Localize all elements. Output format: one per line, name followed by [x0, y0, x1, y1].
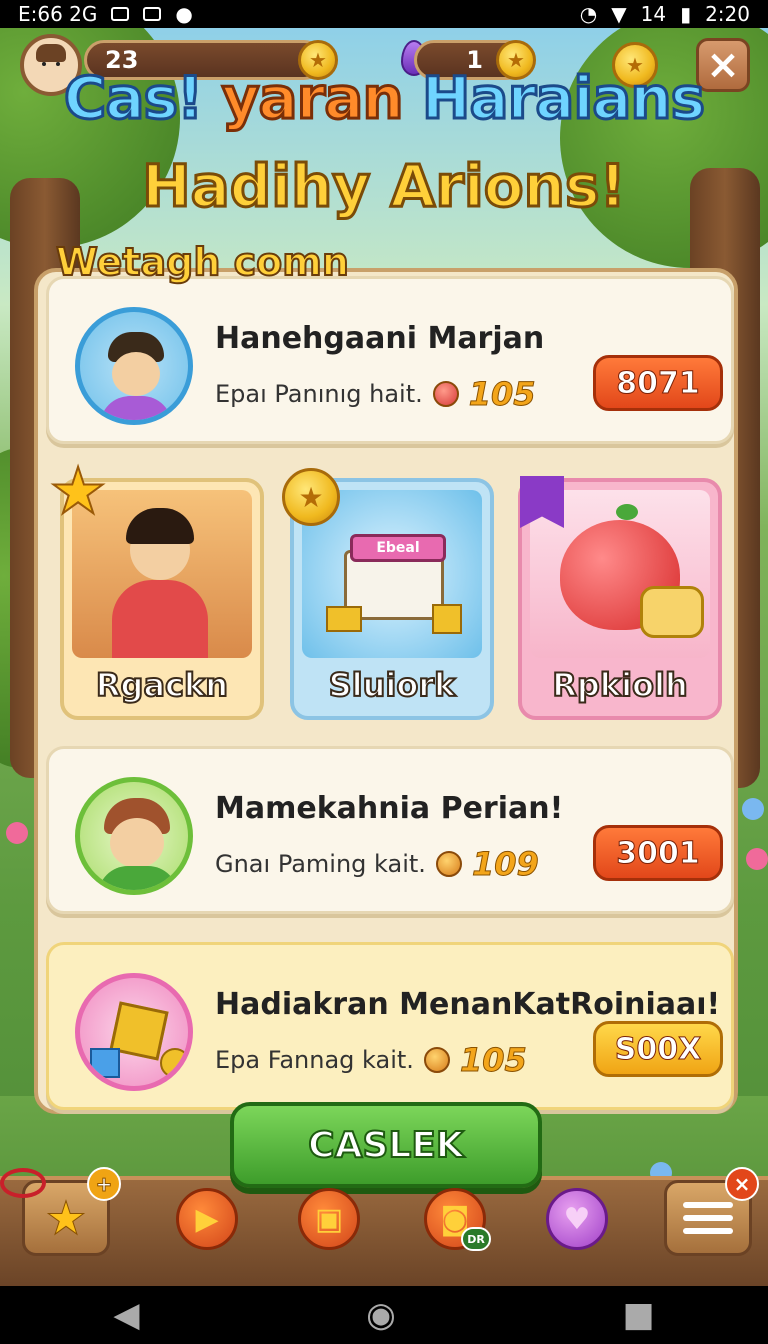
tile-sluiork-label: Sluiork	[328, 665, 457, 705]
home-badge: +	[87, 1167, 121, 1201]
offer-1-subtitle: Epaı Panınıg hait.	[215, 380, 423, 408]
menu-icon-line	[683, 1228, 733, 1234]
menu-badge: ×	[725, 1167, 759, 1201]
chest-badge: DR	[461, 1227, 491, 1251]
offer-3-subtitle-row: Epa Fannag kait. 105	[215, 1041, 527, 1080]
offer-1-subtitle-row: Epaı Panınıg hait. 105	[215, 375, 536, 414]
offer-3-amount: 105	[459, 1041, 527, 1080]
recents-icon[interactable]: ■	[623, 1295, 655, 1335]
avatar-face	[110, 818, 164, 868]
offer-2-subtitle: Gnaı Paming kait.	[215, 850, 426, 878]
play-icon: ▶	[195, 1201, 219, 1237]
leaf-icon	[616, 504, 638, 520]
battery-icon: ▮	[680, 2, 692, 26]
offer-1-amount: 105	[468, 375, 536, 414]
offer-2-amount: 109	[471, 845, 539, 884]
offer-card-2[interactable]: Mamekahnia Perian! Gnaı Paming kait. 109…	[46, 746, 734, 914]
gold-bar-icon	[432, 604, 462, 634]
notification-icon-2	[143, 7, 162, 21]
offer-1-button[interactable]: 8071	[593, 355, 723, 411]
flower	[6, 822, 28, 844]
notification-dot-icon: ●	[175, 2, 193, 26]
ribbon-bow-icon	[0, 1168, 46, 1198]
offer-3-subtitle: Epa Fannag kait.	[215, 1046, 414, 1074]
title-part-1: Cas!	[62, 63, 205, 134]
play-button[interactable]: ▶	[176, 1188, 238, 1250]
wifi-icon: ▼	[611, 2, 627, 26]
offer-3-icon	[75, 973, 193, 1091]
section-title: Wetagh comn	[55, 239, 350, 285]
home-icon: ★	[45, 1191, 87, 1246]
status-time: 2:20	[705, 2, 750, 26]
flower	[742, 798, 764, 820]
offer-card-1[interactable]: Hanehgaani Marjan Epaı Panınıg hait. 105…	[46, 276, 734, 444]
status-bar: E:66 2G ● ◔ ▼ 14 ▮ 2:20	[0, 0, 768, 28]
block-icon	[90, 1048, 120, 1078]
title-part-3: Haraians	[420, 63, 706, 134]
tile-rgackn-label: Rgackn	[95, 665, 229, 705]
heart-icon	[432, 381, 459, 407]
coin-badge-icon: ★	[282, 468, 340, 526]
offer-3-button[interactable]: S00X	[593, 1021, 723, 1077]
character-hair	[126, 508, 194, 544]
shop-icon: ▣	[314, 1201, 344, 1237]
home-circle-icon[interactable]: ◉	[366, 1295, 396, 1335]
avatar-shirt	[100, 396, 172, 420]
avatar-face	[112, 352, 160, 396]
offer-2-avatar	[75, 777, 193, 895]
cookie-icon	[423, 1047, 450, 1073]
bread-icon	[640, 586, 704, 638]
avatar-shirt	[98, 866, 178, 890]
offer-card-3[interactable]: Hadiakran MenanKatRoiniaaı! Epa Fannag k…	[46, 942, 734, 1110]
alarm-icon: ◔	[579, 2, 598, 26]
menu-button[interactable]: ×	[664, 1167, 759, 1256]
notification-icon	[111, 7, 130, 21]
offers-panel: Hanehgaani Marjan Epaı Panınıg hait. 105…	[34, 268, 738, 1114]
shop-button[interactable]: ▣	[298, 1188, 360, 1250]
menu-icon-line	[683, 1215, 733, 1221]
offer-1-avatar	[75, 307, 193, 425]
favorites-button[interactable]: ♥	[546, 1188, 608, 1250]
tile-rpkiolh-label: Rpkiolh	[551, 665, 689, 705]
title-line-2: Hadihy Arions!	[141, 151, 628, 222]
avatar-hair	[36, 44, 66, 62]
title-part-2: yaran	[220, 63, 405, 134]
android-nav-bar: ◀ ◉ ■	[0, 1286, 768, 1344]
offer-1-title: Hanehgaani Marjan	[215, 321, 545, 356]
main-cta-button[interactable]: CASLEK	[230, 1102, 542, 1188]
flower	[746, 848, 768, 870]
character-shirt	[112, 580, 208, 658]
offer-2-title: Mamekahnia Perian!	[215, 791, 564, 826]
status-left-text: E:66 2G	[18, 2, 98, 26]
title-line-1: Cas! yaran Haraians	[0, 63, 768, 134]
cookie-icon	[435, 851, 462, 877]
offer-2-button[interactable]: 3001	[593, 825, 723, 881]
menu-icon	[683, 1202, 733, 1208]
offer-2-subtitle-row: Gnaı Paming kait. 109	[215, 845, 539, 884]
offer-3-title: Hadiakran MenanKatRoiniaaı!	[215, 987, 721, 1022]
heart-icon: ♥	[563, 1201, 591, 1237]
chest-button[interactable]: ◙ DR	[424, 1188, 491, 1251]
gold-bar-icon	[326, 606, 362, 632]
coin-icon	[160, 1048, 188, 1078]
box-lid-sign: Ebeal	[350, 534, 446, 562]
back-icon[interactable]: ◀	[113, 1295, 139, 1335]
signal-text: 14	[640, 2, 667, 26]
star-icon: ★	[48, 455, 107, 529]
